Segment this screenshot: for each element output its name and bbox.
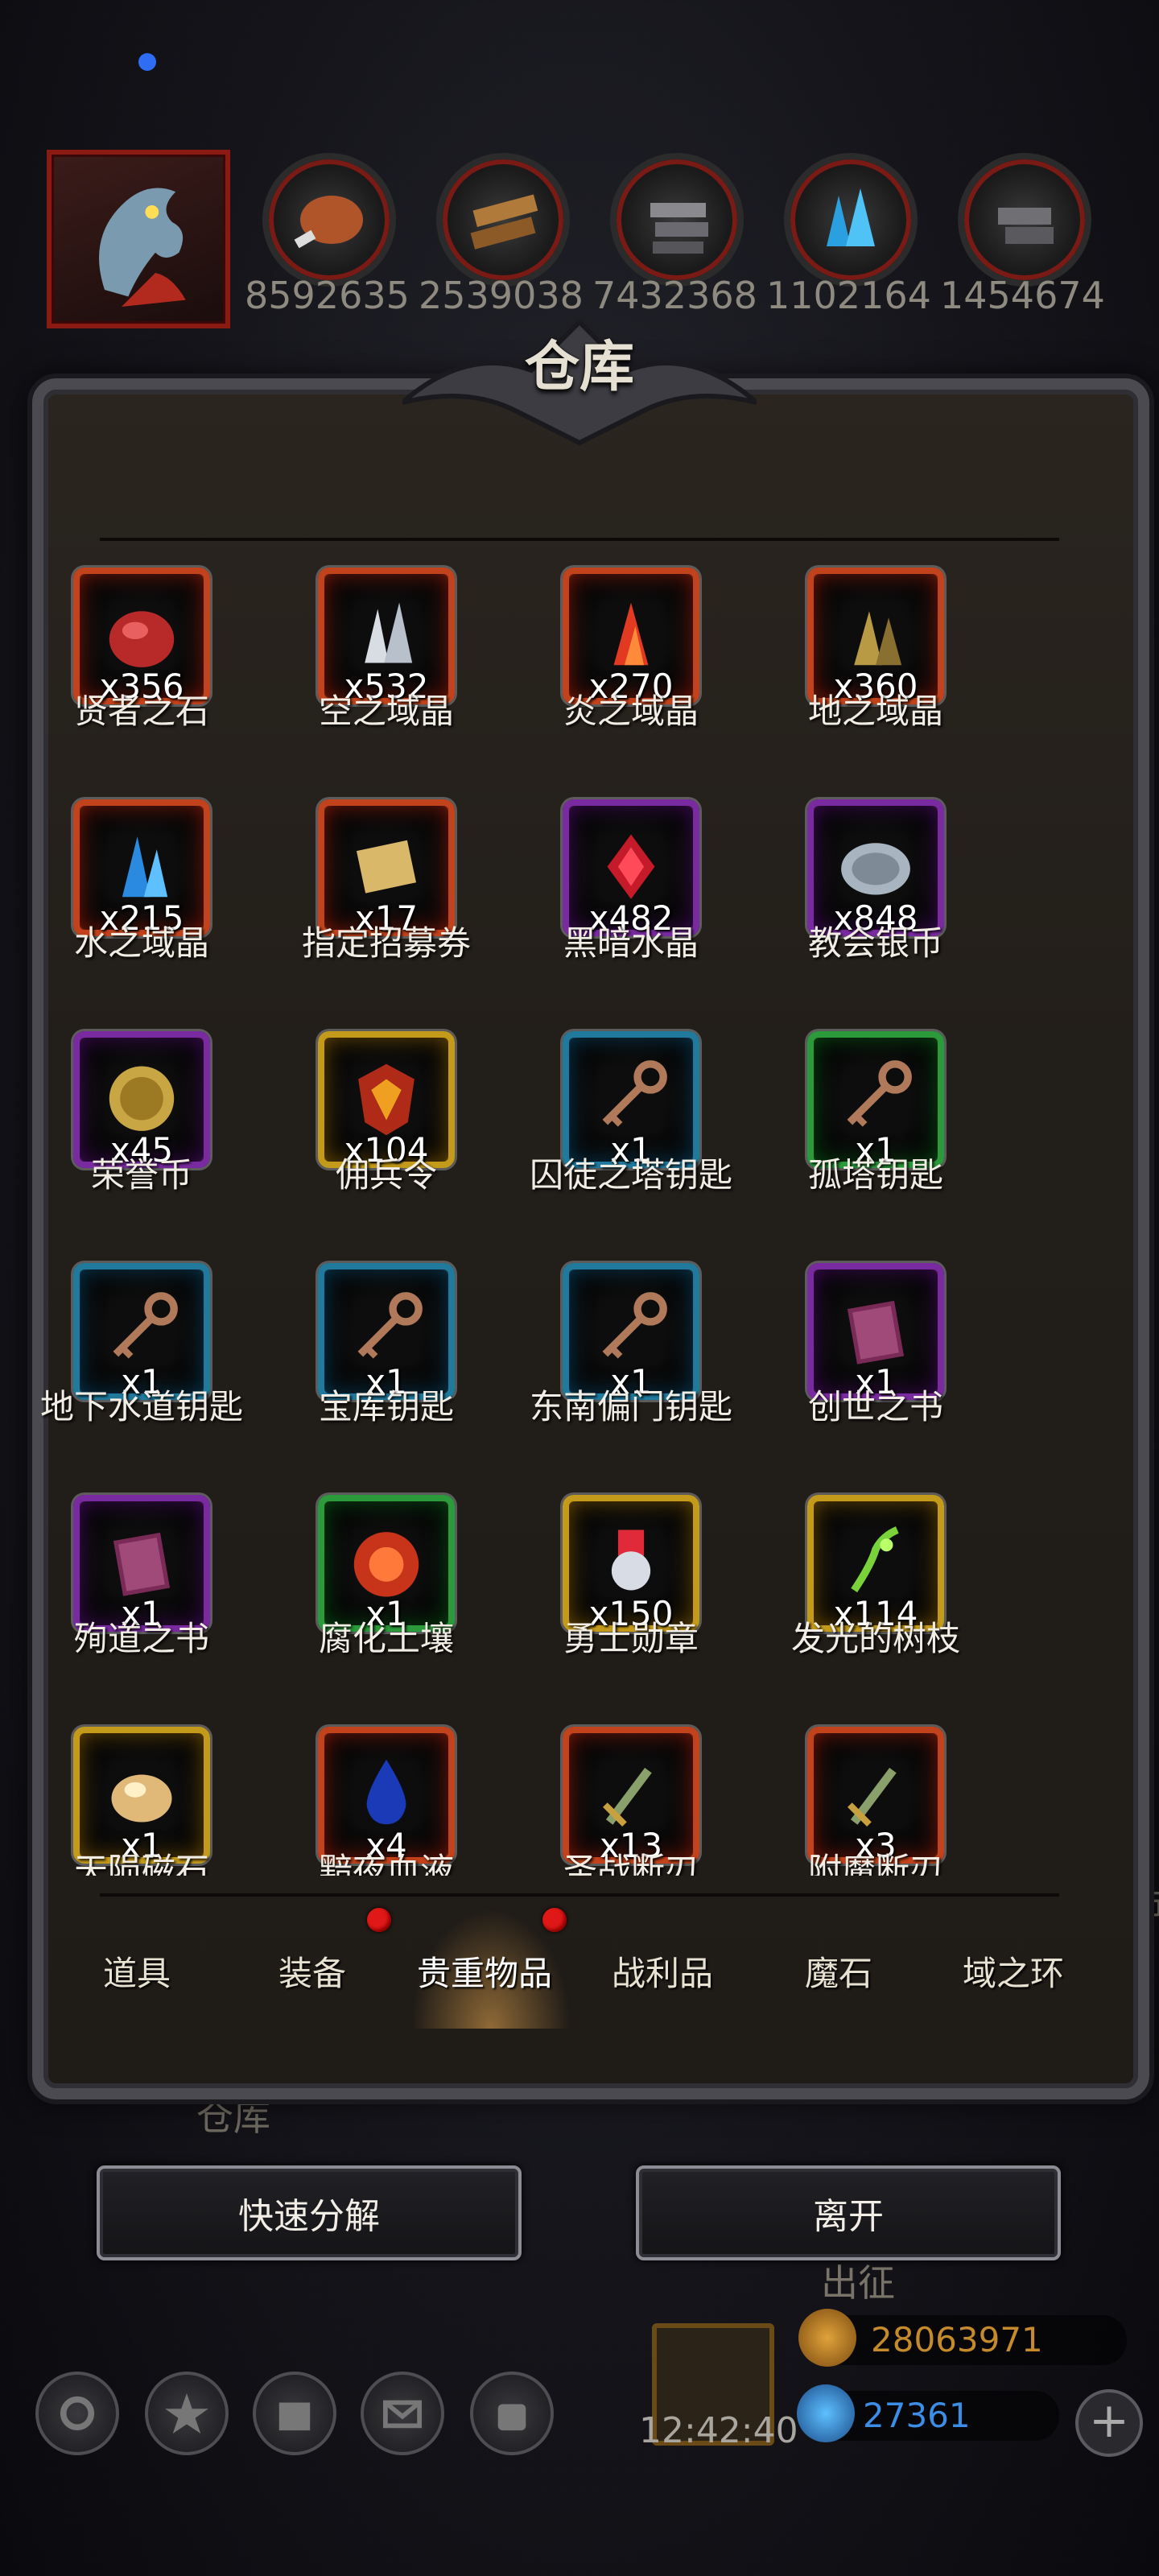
item-name: 地之域晶 [807,691,943,731]
gear-icon [60,2396,95,2431]
item-name: 东南偏门钥匙 [529,1387,732,1426]
stone-value: 1454674 [940,274,1105,317]
stone-icon [998,208,1054,244]
tab-magic-stone[interactable]: 魔石 [805,1946,872,1996]
quick-decompose-button[interactable]: 快速分解 [97,2165,522,2260]
meat-value: 8592635 [245,274,410,317]
valuables-badge [542,1908,567,1932]
item-name: 指定招募券 [301,923,471,963]
bag-button[interactable] [470,2372,554,2455]
mail-icon [383,2400,422,2429]
event-timer: 12:42:40 [639,2410,798,2451]
iron-icon [650,203,708,254]
tab-equipment[interactable]: 装备 [278,1946,346,1996]
item-name: 贤者之石 [73,691,209,731]
item-name: 发光的树枝 [790,1619,960,1658]
dragon-avatar-icon [99,188,186,307]
achievement-button[interactable] [145,2372,229,2455]
gold-value: 28063971 [871,2320,1043,2359]
item-name: 殉道之书 [73,1619,209,1658]
meat-resource[interactable] [262,153,396,287]
crystal-value: 1102164 [766,274,931,317]
item-name: 天陨磁石 [73,1851,209,1876]
player-avatar[interactable] [47,150,230,328]
leave-button[interactable]: 离开 [636,2165,1061,2260]
item-name: 黯夜血液 [318,1851,454,1876]
item-name: 黑暗水晶 [563,923,699,963]
add-currency-button[interactable]: + [1075,2389,1143,2457]
equipment-badge [367,1908,391,1932]
gem-value: 27361 [863,2396,971,2435]
star-icon [165,2393,208,2434]
bag-icon [497,2404,526,2431]
item-name: 腐化土壤 [318,1619,454,1658]
guild-button[interactable] [253,2372,336,2455]
item-name: 教会银币 [807,923,943,963]
crystal-resource[interactable] [784,153,918,287]
item-name: 宝库钥匙 [318,1387,454,1426]
settings-button[interactable] [35,2372,119,2455]
item-name: 圣战断刃 [563,1851,699,1876]
iron-resource[interactable] [610,153,744,287]
tab-domain-ring[interactable]: 域之环 [963,1946,1064,1996]
iron-value: 7432368 [592,274,757,317]
item-name: 空之域晶 [318,691,454,731]
status-dot [138,53,156,71]
tab-valuables[interactable]: 贵重物品 [417,1946,552,1996]
item-name: 炎之域晶 [563,691,699,731]
wood-resource[interactable] [436,153,570,287]
expedition-label[interactable]: 出征 [821,2254,895,2307]
item-name: 孤塔钥匙 [807,1155,943,1195]
item-name: 勇士勋章 [563,1619,699,1658]
item-name: 附魔断刃 [807,1851,943,1876]
gold-bar-icon [798,2309,856,2367]
tab-items[interactable]: 道具 [103,1946,171,1996]
item-name: 佣兵令 [335,1155,437,1195]
wood-value: 2539038 [419,274,584,317]
panel-bottom-divider [100,1893,1059,1897]
panel-top-divider [100,538,1059,541]
panel-title: 仓库 [524,335,634,399]
item-name: 荣誉币 [90,1155,192,1195]
item-name: 囚徒之塔钥匙 [529,1155,732,1195]
wood-icon [470,194,538,250]
tab-loot[interactable]: 战利品 [612,1946,713,1996]
item-name: 地下水道钥匙 [39,1387,243,1426]
stone-resource[interactable] [958,153,1091,287]
gem-icon [797,2384,855,2442]
item-name: 创世之书 [807,1387,943,1426]
meat-icon [294,196,363,249]
item-name: 水之域晶 [73,923,209,963]
mail-button[interactable] [361,2372,444,2455]
castle-icon [278,2402,311,2431]
crystal-icon [827,188,875,246]
